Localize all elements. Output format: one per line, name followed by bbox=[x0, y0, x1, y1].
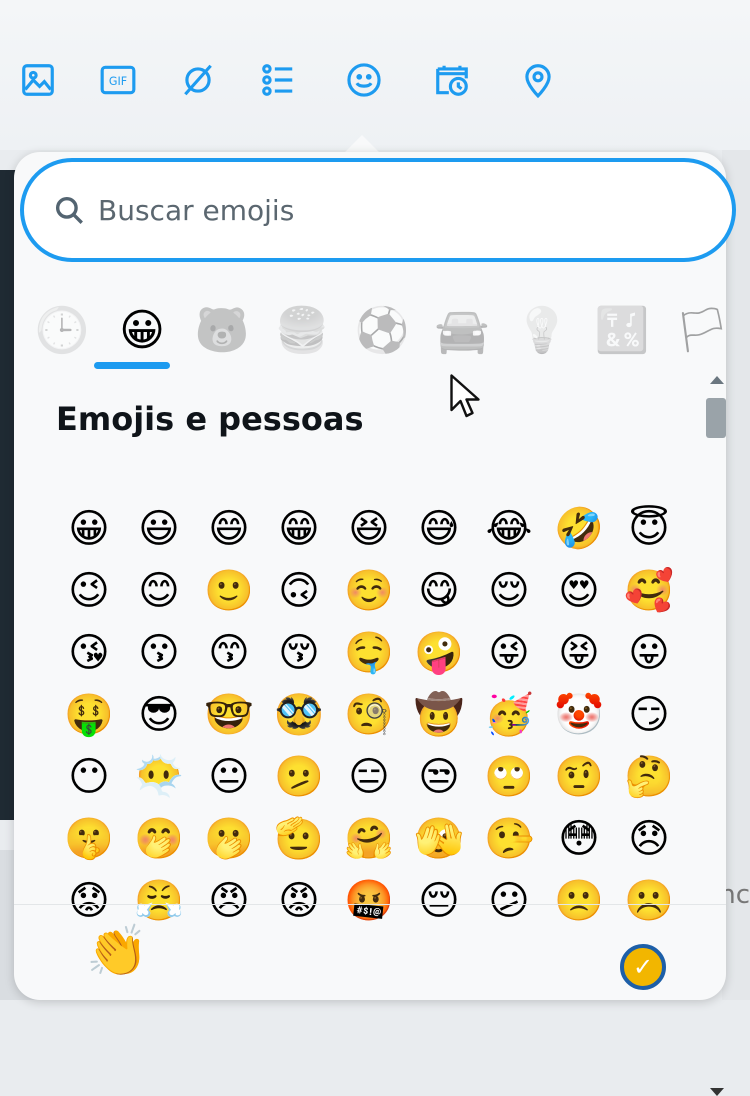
emoji-category-tabs: 🕒 😀 🐻 🍔 ⚽ 🚘 💡 🔣 🏳 bbox=[14, 290, 730, 370]
tab-smileys[interactable]: 😀 bbox=[112, 300, 172, 360]
emoji-item[interactable]: 😍 bbox=[544, 560, 614, 622]
emoji-item[interactable]: 🤣 bbox=[544, 498, 614, 560]
tab-flags[interactable]: 🏳 bbox=[672, 300, 732, 360]
poll-icon[interactable] bbox=[256, 58, 300, 102]
emoji-item[interactable]: 😒 bbox=[404, 746, 474, 808]
emoji-item[interactable]: 😄 bbox=[194, 498, 264, 560]
tab-objects[interactable]: 💡 bbox=[512, 300, 572, 360]
active-tab-indicator bbox=[94, 362, 170, 369]
grok-icon[interactable] bbox=[176, 58, 220, 102]
emoji-item[interactable]: 🤨 bbox=[544, 746, 614, 808]
emoji-item[interactable]: 😙 bbox=[194, 622, 264, 684]
emoji-item[interactable]: 😎 bbox=[124, 684, 194, 746]
emoji-item[interactable]: 😉 bbox=[54, 560, 124, 622]
emoji-item[interactable]: 🙄 bbox=[474, 746, 544, 808]
emoji-item[interactable]: 😁 bbox=[264, 498, 334, 560]
emoji-item[interactable]: 😗 bbox=[124, 622, 194, 684]
emoji-icon[interactable] bbox=[342, 58, 386, 102]
emoji-item[interactable]: 🤔 bbox=[614, 746, 684, 808]
emoji-item[interactable]: 🤡 bbox=[544, 684, 614, 746]
emoji-search-box[interactable] bbox=[20, 158, 736, 262]
emoji-item[interactable]: 😊 bbox=[124, 560, 194, 622]
emoji-item[interactable]: 🫢 bbox=[194, 808, 264, 870]
emoji-item[interactable]: 😞 bbox=[614, 808, 684, 870]
tab-symbols[interactable]: 🔣 bbox=[592, 300, 652, 360]
emoji-item[interactable]: 😠 bbox=[194, 870, 264, 932]
emoji-item[interactable]: 🧐 bbox=[334, 684, 404, 746]
emoji-item[interactable]: 🥸 bbox=[264, 684, 334, 746]
location-icon[interactable] bbox=[516, 58, 560, 102]
emoji-item[interactable]: 😶‍🌫️ bbox=[124, 746, 194, 808]
emoji-item[interactable]: 🫤 bbox=[264, 746, 334, 808]
check-icon: ✓ bbox=[632, 953, 654, 981]
emoji-item[interactable]: 🤤 bbox=[334, 622, 404, 684]
background-strip bbox=[722, 150, 750, 1000]
emoji-item[interactable]: 😝 bbox=[544, 622, 614, 684]
emoji-item[interactable]: 😇 bbox=[614, 498, 684, 560]
emoji-item[interactable]: 😌 bbox=[474, 560, 544, 622]
emoji-item[interactable]: 🤬 bbox=[334, 870, 404, 932]
emoji-item[interactable]: 🥰 bbox=[614, 560, 684, 622]
emoji-item[interactable]: 😃 bbox=[124, 498, 194, 560]
emoji-item[interactable]: 😐 bbox=[194, 746, 264, 808]
emoji-item[interactable]: 😳 bbox=[544, 808, 614, 870]
emoji-item[interactable]: 😘 bbox=[54, 622, 124, 684]
emoji-item[interactable]: 😡 bbox=[264, 870, 334, 932]
emoji-item[interactable]: 🤠 bbox=[404, 684, 474, 746]
gif-label: GIF bbox=[109, 75, 127, 88]
divider bbox=[14, 904, 726, 905]
emoji-item[interactable]: 🤫 bbox=[54, 808, 124, 870]
mouse-cursor-icon bbox=[450, 374, 480, 418]
emoji-item[interactable]: 😜 bbox=[474, 622, 544, 684]
tab-food[interactable]: 🍔 bbox=[272, 300, 332, 360]
tab-travel[interactable]: 🚘 bbox=[432, 300, 492, 360]
emoji-item[interactable]: ☹️ bbox=[614, 870, 684, 932]
emoji-item[interactable]: 😏 bbox=[614, 684, 684, 746]
emoji-item[interactable]: 🫡 bbox=[264, 808, 334, 870]
image-icon[interactable] bbox=[16, 58, 60, 102]
emoji-item[interactable]: 🤥 bbox=[474, 808, 544, 870]
emoji-item[interactable]: 🤗 bbox=[334, 808, 404, 870]
composer-toolbar: GIF bbox=[0, 0, 750, 150]
emoji-item[interactable]: 😔 bbox=[404, 870, 474, 932]
tab-activities[interactable]: ⚽ bbox=[352, 300, 412, 360]
gif-icon[interactable]: GIF bbox=[96, 58, 140, 102]
emoji-item[interactable]: 🤪 bbox=[404, 622, 474, 684]
emoji-item[interactable]: 😂 bbox=[474, 498, 544, 560]
scroll-down-arrow[interactable] bbox=[710, 1088, 724, 1096]
tab-recent[interactable]: 🕒 bbox=[32, 300, 92, 360]
skin-tone-swatch[interactable]: ✓ bbox=[620, 944, 666, 990]
section-title: Emojis e pessoas bbox=[56, 400, 364, 438]
skin-tone-selector[interactable]: 👏 bbox=[86, 922, 148, 981]
emoji-item[interactable]: 🤑 bbox=[54, 684, 124, 746]
schedule-icon[interactable] bbox=[430, 58, 474, 102]
emoji-item[interactable]: 😅 bbox=[404, 498, 474, 560]
emoji-item[interactable]: ☺️ bbox=[334, 560, 404, 622]
emoji-item[interactable]: 😶 bbox=[54, 746, 124, 808]
tab-animals[interactable]: 🐻 bbox=[192, 300, 252, 360]
emoji-item[interactable]: 😆 bbox=[334, 498, 404, 560]
emoji-item[interactable]: 🙂 bbox=[194, 560, 264, 622]
search-icon bbox=[55, 196, 83, 224]
emoji-item[interactable]: 😕 bbox=[474, 870, 544, 932]
scrollbar[interactable] bbox=[706, 368, 726, 1096]
emoji-item[interactable]: 😑 bbox=[334, 746, 404, 808]
emoji-item[interactable]: 😀 bbox=[54, 498, 124, 560]
emoji-item[interactable]: 🙁 bbox=[544, 870, 614, 932]
emoji-item[interactable]: 🤭 bbox=[124, 808, 194, 870]
emoji-item[interactable]: 😛 bbox=[614, 622, 684, 684]
emoji-item[interactable]: 😋 bbox=[404, 560, 474, 622]
emoji-search-input[interactable] bbox=[96, 192, 660, 228]
emoji-item[interactable]: 🥳 bbox=[474, 684, 544, 746]
scroll-thumb[interactable] bbox=[706, 398, 726, 438]
emoji-item[interactable]: 🤓 bbox=[194, 684, 264, 746]
emoji-item[interactable]: 🫣 bbox=[404, 808, 474, 870]
emoji-item[interactable]: 🙃 bbox=[264, 560, 334, 622]
emoji-item[interactable]: 😚 bbox=[264, 622, 334, 684]
emoji-picker: 🕒😀🐻🍔⚽🚘💡🔣🏳 Emojis e pessoas 😀😃😄😁😆😅😂🤣😇😉😊🙂🙃… bbox=[14, 152, 736, 1096]
scroll-up-arrow[interactable] bbox=[710, 376, 724, 384]
emoji-grid: 😀 😃 😄 😁 😆 😅 😂 🤣 😇 😉 😊 🙂 🙃 ☺️ 😋 😌 😍 🥰 😘 😗 😙 😚 🤤 🤪 😜 😝 😛 🤑 😎 🤓 🥸 🧐 🤠 🥳 🤡 😏 😶 😶‍… bbox=[54, 498, 684, 932]
